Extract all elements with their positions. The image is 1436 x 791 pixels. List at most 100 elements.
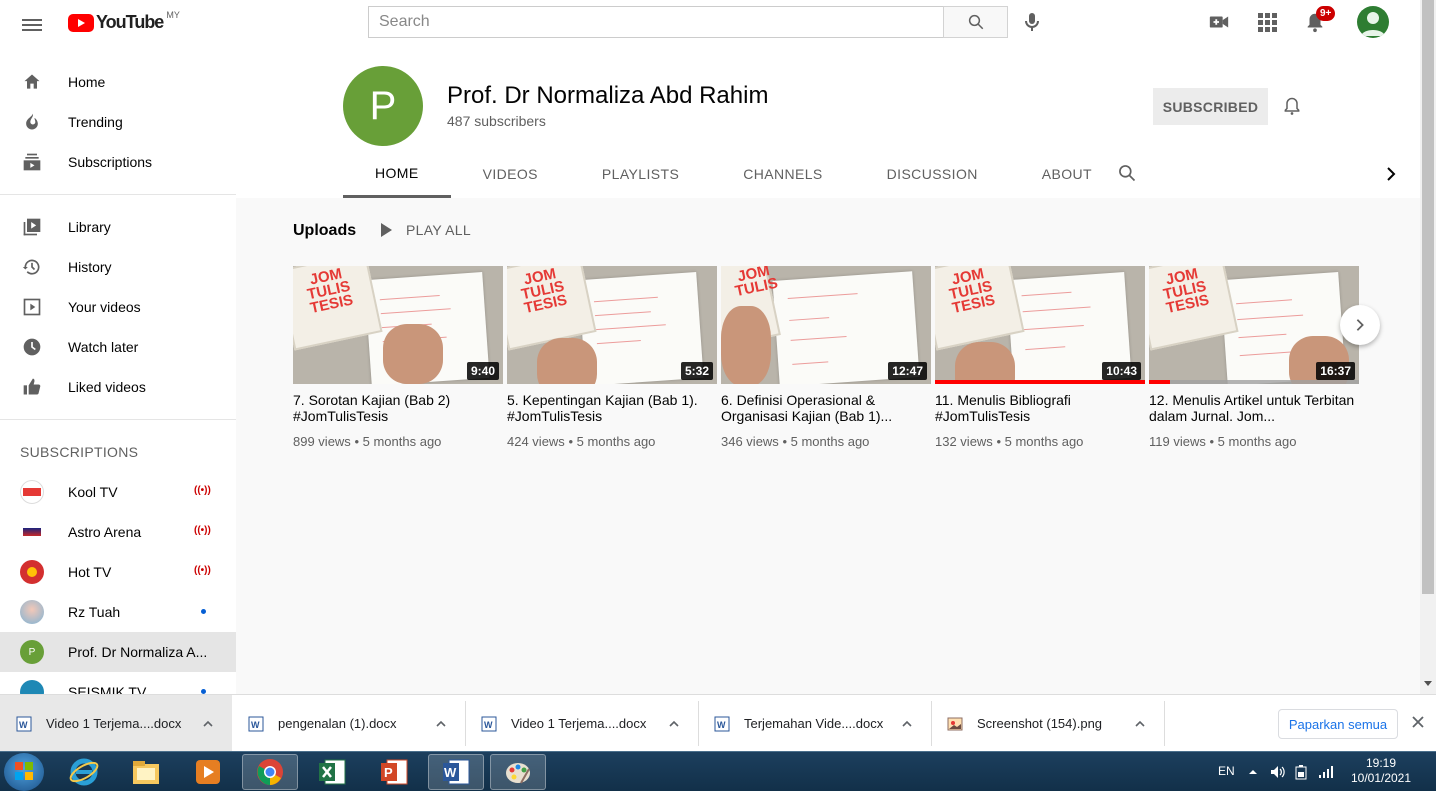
video-thumbnail[interactable]: JOM TULIS TESIS 5:32 — [507, 266, 717, 384]
apps-grid-icon[interactable] — [1255, 10, 1279, 34]
chevron-up-icon[interactable] — [669, 719, 679, 729]
play-all-button[interactable]: PLAY ALL — [381, 222, 471, 238]
subscription-hot-tv[interactable]: Hot TV ((•)) — [0, 552, 236, 592]
create-video-icon[interactable] — [1207, 10, 1231, 34]
chevron-right-icon[interactable] — [1383, 166, 1399, 182]
video-title[interactable]: 12. Menulis Artikel untuk Terbitan dalam… — [1149, 392, 1359, 424]
video-title[interactable]: 6. Definisi Operasional & Organisasi Kaj… — [721, 392, 931, 424]
subscription-astro-arena[interactable]: Astro Arena ((•)) — [0, 512, 236, 552]
divider — [931, 701, 932, 746]
download-item[interactable]: W Terjemahan Vide....docx — [714, 695, 932, 752]
video-title[interactable]: 7. Sorotan Kajian (Bab 2) #JomTulisTesis — [293, 392, 503, 424]
subscription-label: SEISMIK TV — [68, 684, 147, 694]
chevron-up-icon[interactable] — [203, 719, 213, 729]
tab-playlists[interactable]: PLAYLISTS — [570, 150, 711, 198]
logo-text: YouTube — [96, 12, 164, 32]
sidebar-item-liked-videos[interactable]: Liked videos — [0, 367, 236, 407]
menu-icon[interactable] — [20, 13, 44, 37]
sidebar-item-subscriptions[interactable]: Subscriptions — [0, 142, 236, 182]
video-thumbnail[interactable]: JOM TULIS TESIS 16:37 — [1149, 266, 1359, 384]
mic-icon[interactable] — [1020, 10, 1044, 34]
tab-discussion[interactable]: DISCUSSION — [855, 150, 1010, 198]
show-all-downloads-button[interactable]: Paparkan semua — [1278, 709, 1398, 739]
battery-icon[interactable] — [1294, 764, 1308, 780]
channel-search-icon[interactable] — [1117, 163, 1137, 183]
download-item[interactable]: Screenshot (154).png — [947, 695, 1165, 752]
word-file-icon: W — [481, 716, 497, 732]
search-button[interactable] — [943, 6, 1008, 38]
video-thumbnail[interactable]: JOM TULIS TESIS 9:40 — [293, 266, 503, 384]
search-icon — [968, 14, 983, 30]
subscription-rz-tuah[interactable]: Rz Tuah — [0, 592, 236, 632]
video-title[interactable]: 11. Menulis Bibliografi #JomTulisTesis — [935, 392, 1145, 424]
tab-home[interactable]: HOME — [343, 150, 451, 198]
video-card[interactable]: JOM TULIS TESIS 9:40 7. Sorotan Kajian (… — [293, 266, 503, 449]
sidebar-item-history[interactable]: History — [0, 247, 236, 287]
svg-text:W: W — [251, 720, 260, 730]
video-age: 5 months ago — [1004, 434, 1084, 449]
notification-bell-icon[interactable] — [1282, 96, 1302, 116]
search-input[interactable] — [369, 7, 943, 37]
media-player-icon[interactable] — [180, 754, 236, 790]
subscription-kool-tv[interactable]: Kool TV ((•)) — [0, 472, 236, 512]
chevron-up-icon[interactable] — [1135, 719, 1145, 729]
youtube-logo[interactable]: YouTube MY — [68, 10, 180, 33]
channel-avatar-large[interactable]: P — [343, 66, 423, 146]
video-card[interactable]: JOM TULIS TESIS 5:32 5. Kepentingan Kaji… — [507, 266, 717, 449]
channel-avatar — [20, 480, 44, 504]
chevron-up-icon[interactable] — [902, 719, 912, 729]
video-card[interactable]: JOM TULIS TESIS 10:43 11. Menulis Biblio… — [935, 266, 1145, 449]
carousel-next-button[interactable] — [1340, 305, 1380, 345]
paint-icon[interactable] — [490, 754, 546, 790]
chevron-up-icon[interactable] — [436, 719, 446, 729]
chrome-icon[interactable] — [242, 754, 298, 790]
powerpoint-icon[interactable]: P — [366, 754, 422, 790]
sidebar-item-trending[interactable]: Trending — [0, 102, 236, 142]
uploads-heading[interactable]: Uploads — [293, 222, 356, 240]
subscription-prof-normaliza[interactable]: P Prof. Dr Normaliza A... — [0, 632, 236, 672]
sidebar-item-watch-later[interactable]: Watch later — [0, 327, 236, 367]
subscription-label: Astro Arena — [68, 524, 142, 540]
video-views: 424 views — [507, 434, 565, 449]
subscription-label: Rz Tuah — [68, 604, 121, 620]
video-card[interactable]: JOM TULIS TESIS 16:37 12. Menulis Artike… — [1149, 266, 1359, 449]
video-meta: 899 views • 5 months ago — [293, 434, 442, 449]
scrollbar-thumb[interactable] — [1422, 0, 1434, 594]
sidebar-item-library[interactable]: Library — [0, 207, 236, 247]
tab-about[interactable]: ABOUT — [1010, 150, 1124, 198]
tab-channels[interactable]: CHANNELS — [711, 150, 854, 198]
network-signal-icon[interactable] — [1318, 765, 1334, 779]
subscription-label: Kool TV — [68, 484, 118, 500]
video-thumbnail[interactable]: JOM TULIS TESIS 10:43 — [935, 266, 1145, 384]
excel-icon[interactable] — [304, 754, 360, 790]
language-indicator[interactable]: EN — [1218, 764, 1235, 778]
tab-videos[interactable]: VIDEOS — [451, 150, 570, 198]
video-title[interactable]: 5. Kepentingan Kajian (Bab 1). #JomTulis… — [507, 392, 717, 424]
windows-start-icon[interactable] — [4, 753, 44, 791]
volume-icon[interactable] — [1270, 765, 1286, 779]
svg-text:W: W — [484, 720, 493, 730]
subscribed-button[interactable]: SUBSCRIBED — [1153, 88, 1268, 125]
video-card[interactable]: JOM TULIS 12:47 6. Definisi Operasional … — [721, 266, 931, 449]
close-icon[interactable] — [1411, 715, 1425, 729]
word-icon[interactable]: W — [428, 754, 484, 790]
download-item[interactable]: W Video 1 Terjema....docx — [481, 695, 699, 752]
sidebar-item-your-videos[interactable]: Your videos — [0, 287, 236, 327]
download-item[interactable]: W Video 1 Terjema....docx — [0, 695, 232, 752]
search-box — [368, 6, 944, 38]
sidebar-item-home[interactable]: Home — [0, 62, 236, 102]
watch-progress-bar — [935, 380, 1145, 384]
video-thumbnail[interactable]: JOM TULIS 12:47 — [721, 266, 931, 384]
download-item[interactable]: W pengenalan (1).docx — [248, 695, 466, 752]
youtube-play-icon — [68, 13, 94, 32]
subscription-seismik-tv[interactable]: SEISMIK TV — [0, 672, 236, 694]
page-scrollbar[interactable] — [1420, 0, 1436, 694]
tray-expand-icon[interactable] — [1248, 767, 1258, 777]
file-explorer-icon[interactable] — [118, 754, 174, 790]
divider — [465, 701, 466, 746]
system-clock[interactable]: 19:19 10/01/2021 — [1346, 756, 1416, 786]
download-filename: Video 1 Terjema....docx — [46, 716, 182, 731]
account-avatar[interactable] — [1357, 6, 1389, 38]
scroll-down-icon[interactable] — [1424, 681, 1432, 686]
internet-explorer-icon[interactable] — [56, 754, 112, 790]
